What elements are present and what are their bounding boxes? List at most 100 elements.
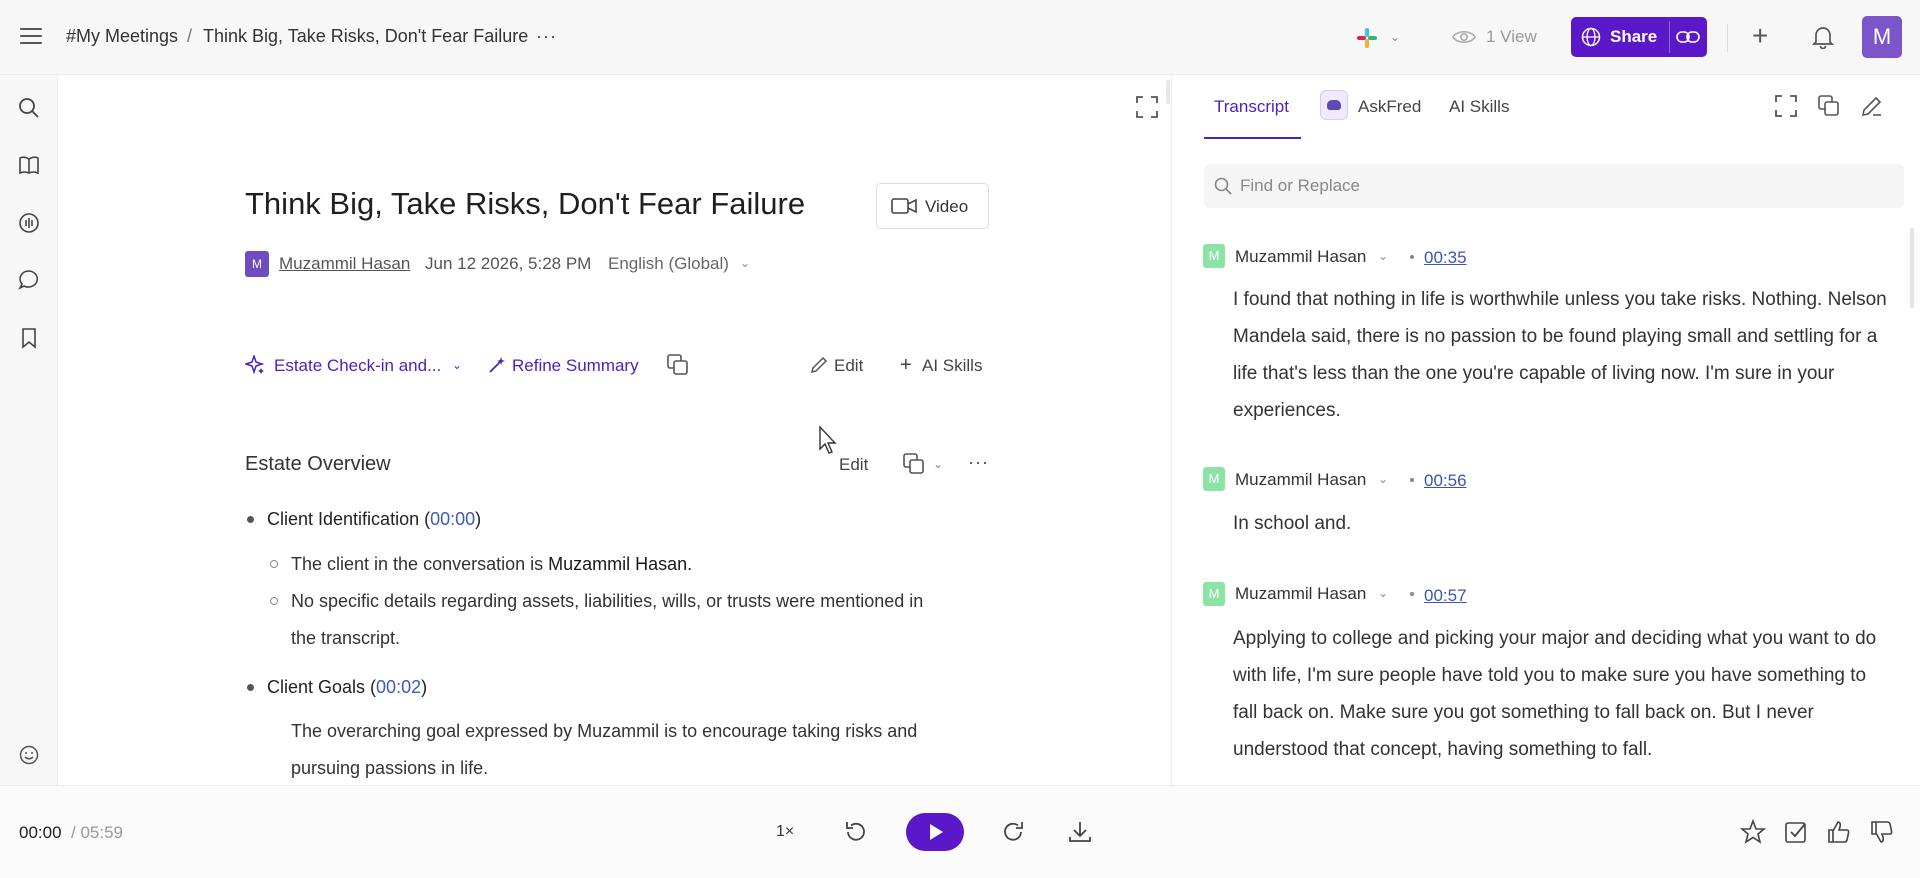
sub-text-continued: the transcript. — [291, 628, 401, 648]
ai-skills-button[interactable]: AI Skills — [922, 356, 982, 376]
speaker-avatar: M — [1203, 582, 1225, 606]
add-icon[interactable]: + — [1752, 20, 1768, 52]
tab-askfred[interactable]: AskFred — [1358, 97, 1421, 117]
meeting-date: Jun 12 2026, 5:28 PM — [425, 254, 592, 273]
speaker-name[interactable]: Muzammil Hasan — [1235, 584, 1366, 604]
sub-list-item: The client in the conversation is Muzamm… — [270, 546, 693, 583]
playback-speed-button[interactable]: 1× — [776, 823, 794, 841]
timestamp-link[interactable]: 00:02 — [376, 677, 421, 697]
transcript-text: Applying to college and picking your maj… — [1233, 628, 1877, 760]
magic-wand-icon — [489, 357, 505, 373]
avatar: M — [245, 251, 269, 277]
play-icon — [930, 824, 943, 840]
duration-value: 05:59 — [80, 823, 124, 842]
speaker-avatar: M — [1203, 467, 1225, 491]
speaker-name[interactable]: Muzammil Hasan — [1235, 470, 1366, 490]
chevron-down-icon[interactable]: ⌄ — [452, 358, 462, 372]
robot-icon — [1320, 90, 1348, 120]
current-time: 00:00 — [19, 823, 62, 842]
tab-ai-skills[interactable]: AI Skills — [1449, 97, 1509, 117]
download-icon[interactable] — [1067, 819, 1093, 845]
star-icon[interactable] — [1740, 819, 1766, 845]
transcript-text: In school and. — [1233, 513, 1352, 534]
timestamp-link[interactable]: 00:56 — [1424, 471, 1467, 491]
copy-icon[interactable] — [902, 452, 926, 476]
user-avatar[interactable]: M — [1862, 16, 1902, 58]
sub-text: The overarching goal expressed by Muzamm… — [291, 721, 918, 741]
author-link[interactable]: Muzammil Hasan — [279, 254, 410, 274]
thumbs-up-icon[interactable] — [1826, 819, 1852, 845]
bullet-label: Client Identification — [267, 509, 420, 529]
main-document — [59, 75, 1171, 785]
smiley-icon[interactable] — [19, 745, 39, 765]
rewind-icon[interactable] — [843, 819, 869, 845]
bullet-dot — [247, 516, 254, 523]
expand-icon[interactable] — [1136, 96, 1158, 118]
video-label: Video — [925, 197, 969, 216]
chevron-down-icon[interactable]: ⌄ — [933, 457, 943, 471]
sparkle-icon — [245, 355, 265, 375]
template-dropdown[interactable]: Estate Check-in and... — [274, 356, 441, 376]
menu-icon[interactable] — [20, 28, 42, 46]
section-more-icon[interactable]: ··· — [968, 452, 989, 473]
timestamp-link[interactable]: 00:00 — [430, 509, 475, 529]
chevron-down-icon[interactable]: ⌄ — [1378, 472, 1388, 486]
timestamp-link[interactable]: 00:57 — [1424, 586, 1467, 606]
chevron-down-icon[interactable]: ⌄ — [1378, 249, 1388, 263]
sub-bullet — [270, 560, 278, 568]
bullet-dot — [247, 684, 254, 691]
bell-icon[interactable] — [1812, 25, 1834, 49]
mouse-cursor-icon — [819, 425, 837, 454]
edit-button[interactable]: Edit — [834, 356, 863, 376]
sub-text: No specific details regarding assets, li… — [291, 591, 924, 611]
toolbar-divider — [1727, 24, 1728, 52]
refine-summary-button[interactable]: Refine Summary — [512, 356, 639, 376]
tab-transcript[interactable]: Transcript — [1214, 97, 1289, 117]
section-edit-button[interactable]: Edit — [839, 455, 868, 475]
slack-icon[interactable] — [1356, 27, 1378, 49]
chat-icon[interactable] — [18, 269, 40, 291]
chevron-down-icon[interactable]: ⌄ — [740, 256, 750, 270]
client-name: Muzammil Hasan. — [548, 554, 693, 574]
checkbox-icon[interactable] — [1783, 819, 1809, 845]
speaker-avatar: M — [1203, 244, 1225, 268]
bookmark-icon[interactable] — [18, 327, 40, 349]
find-placeholder: Find or Replace — [1240, 176, 1361, 195]
play-button[interactable] — [906, 813, 964, 851]
more-options-icon[interactable]: ··· — [536, 26, 557, 47]
pencil-icon[interactable] — [1860, 94, 1884, 118]
copy-icon[interactable] — [1817, 94, 1841, 118]
expand-icon[interactable] — [1774, 94, 1798, 118]
speaker-name[interactable]: Muzammil Hasan — [1235, 247, 1366, 267]
chevron-down-icon[interactable]: ⌄ — [1390, 30, 1400, 44]
duration: / 05:59 — [71, 823, 123, 843]
share-divider — [1669, 21, 1670, 53]
breadcrumb-root[interactable]: #My Meetings — [66, 26, 178, 47]
sub-list-item: The overarching goal expressed by Muzamm… — [291, 713, 917, 785]
sub-text-continued: pursuing passions in life. — [291, 758, 489, 778]
video-button[interactable]: Video — [876, 183, 989, 229]
breadcrumb-current[interactable]: Think Big, Take Risks, Don't Fear Failur… — [203, 26, 528, 47]
video-camera-icon — [891, 198, 917, 214]
chevron-down-icon[interactable]: ⌄ — [1378, 586, 1388, 600]
view-count: 1 View — [1486, 27, 1537, 46]
list-item: Client Goals (00:02) — [247, 677, 427, 698]
main-scrollbar[interactable] — [1166, 80, 1170, 104]
book-icon[interactable] — [18, 154, 40, 176]
link-icon[interactable] — [1676, 29, 1700, 45]
section-title: Estate Overview — [245, 453, 391, 475]
breadcrumb-separator: / — [187, 26, 193, 46]
audio-icon[interactable] — [18, 212, 40, 234]
search-icon[interactable] — [18, 97, 40, 119]
search-icon — [1214, 177, 1232, 195]
share-button[interactable]: Share — [1571, 17, 1707, 57]
pencil-icon — [810, 356, 828, 374]
copy-icon[interactable] — [666, 353, 690, 377]
thumbs-down-icon[interactable] — [1869, 819, 1895, 845]
transcript-scrollbar[interactable] — [1910, 228, 1914, 308]
forward-icon[interactable] — [1000, 819, 1026, 845]
timestamp-link[interactable]: 00:35 — [1424, 248, 1467, 268]
time-separator: / — [71, 823, 76, 842]
find-replace-input[interactable]: Find or Replace — [1204, 164, 1904, 208]
language-select[interactable]: English (Global) — [608, 254, 729, 274]
